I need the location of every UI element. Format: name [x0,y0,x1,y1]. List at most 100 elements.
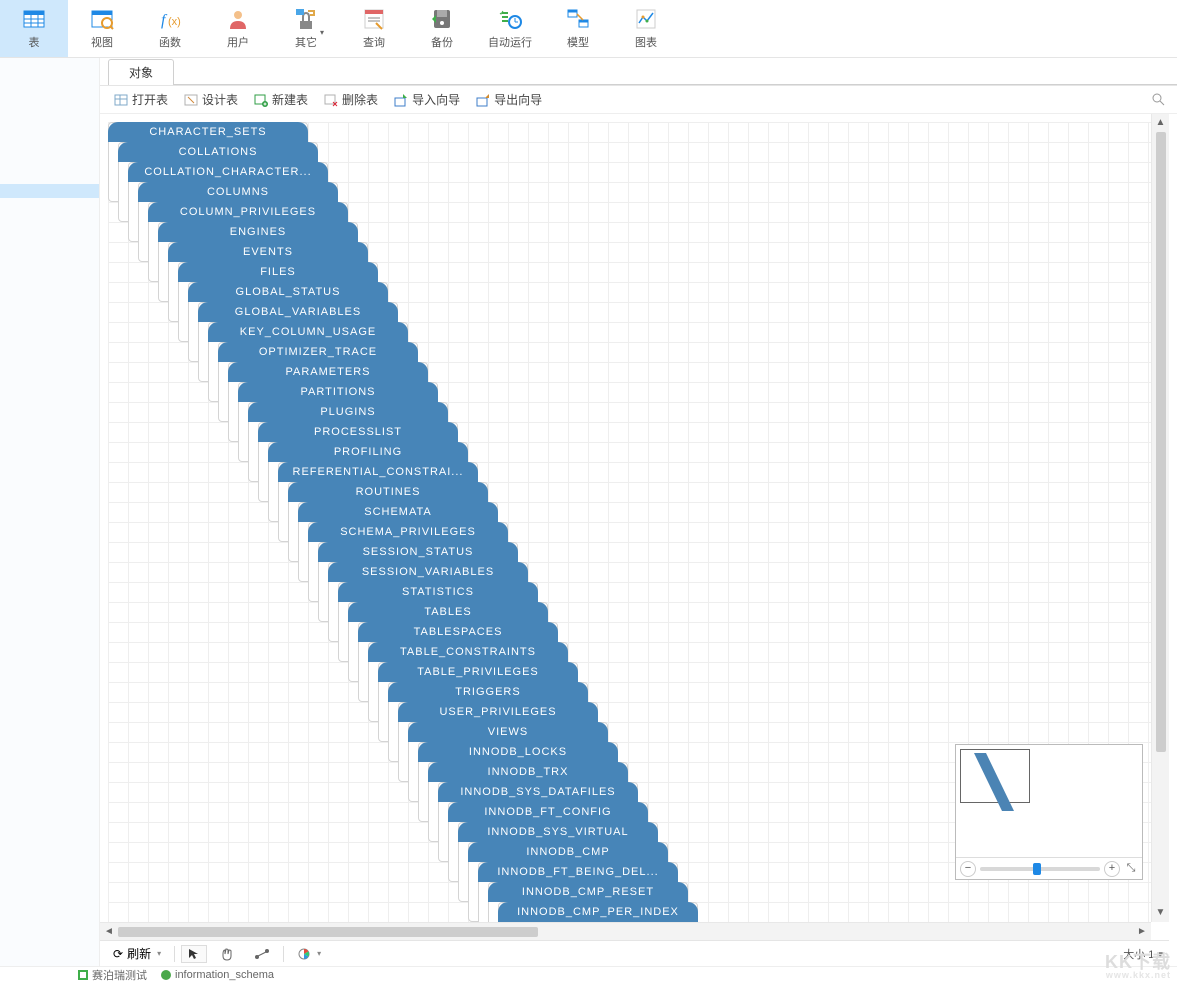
zoom-track[interactable] [980,867,1100,871]
search-icon[interactable] [1151,92,1165,109]
table-card-header[interactable]: TRIGGERS [388,682,588,702]
table-card-header[interactable]: INNODB_TRX [428,762,628,782]
ribbon-user-label: 用户 [227,34,249,50]
table-card-header[interactable]: INNODB_SYS_VIRTUAL [458,822,658,842]
relation-icon [254,948,270,960]
divider [174,946,175,962]
table-card-header[interactable]: REFERENTIAL_CONSTRAI... [278,462,478,482]
relation-tool-button[interactable] [247,945,277,963]
table-card-header[interactable]: GLOBAL_STATUS [188,282,388,302]
zoom-in-button[interactable]: + [1104,861,1120,877]
pointer-tool-button[interactable] [181,945,207,963]
zoom-bar: − + ⤡ [956,857,1142,879]
svg-text:(x): (x) [168,16,181,28]
table-card-header[interactable]: INNODB_CMP [468,842,668,862]
table-card-header[interactable]: PARAMETERS [228,362,428,382]
ribbon-backup-button[interactable]: 备份 [408,0,476,57]
table-card-header[interactable]: KEY_COLUMN_USAGE [208,322,408,342]
table-card-header[interactable]: SESSION_STATUS [318,542,518,562]
vscroll-track[interactable] [1155,132,1167,904]
tab-objects[interactable]: 对象 [108,59,174,85]
table-card-header[interactable]: PROFILING [268,442,468,462]
ribbon-view-button[interactable]: 视图 [68,0,136,57]
status-connection[interactable]: 赛泊瑞测试 [78,967,147,983]
table-card-header[interactable]: EVENTS [168,242,368,262]
divider [283,946,284,962]
ribbon-table-label: 表 [29,34,40,50]
minimap[interactable]: − + ⤡ [955,744,1143,880]
view-icon [90,7,114,31]
status-schema[interactable]: information_schema [161,969,274,981]
table-card-header[interactable]: INNODB_CMP_RESET [488,882,688,902]
color-tool-button[interactable]: ▾ [290,944,328,964]
horizontal-scrollbar[interactable]: ◄ ► [100,922,1151,940]
vscroll-thumb[interactable] [1156,132,1166,752]
table-card-header[interactable]: INNODB_FT_CONFIG [448,802,648,822]
design-table-label: 设计表 [202,91,238,108]
table-card-header[interactable]: COLUMNS [138,182,338,202]
import-wizard-button[interactable]: 导入向导 [388,89,466,110]
table-card-header[interactable]: GLOBAL_VARIABLES [198,302,398,322]
ribbon-table-button[interactable]: 表 [0,0,68,57]
ribbon-func-label: 函数 [159,34,181,50]
ribbon-user-button[interactable]: 用户 [204,0,272,57]
open-table-button[interactable]: 打开表 [108,89,174,110]
export-wizard-button[interactable]: 导出向导 [470,89,548,110]
table-card-header[interactable]: STATISTICS [338,582,538,602]
table-card-header[interactable]: COLLATIONS [118,142,318,162]
refresh-button[interactable]: ⟳刷新▾ [106,942,168,965]
ribbon-model-button[interactable]: 模型 [544,0,612,57]
table-card-header[interactable]: INNODB_SYS_DATAFILES [438,782,638,802]
table-card-header[interactable]: INNODB_FT_BEING_DEL... [478,862,678,882]
minimap-collapse-icon[interactable]: ⤡ [1124,862,1138,875]
table-card-header[interactable]: SCHEMA_PRIVILEGES [308,522,508,542]
design-icon [184,93,198,107]
zoom-thumb[interactable] [1033,863,1041,875]
table-card-header[interactable]: ENGINES [158,222,358,242]
table-card-header[interactable]: SCHEMATA [298,502,498,522]
ribbon-chart-button[interactable]: 图表 [612,0,680,57]
table-card-header[interactable]: TABLE_PRIVILEGES [378,662,578,682]
table-card-header[interactable]: ROUTINES [288,482,488,502]
table-card-header[interactable]: COLUMN_PRIVILEGES [148,202,348,222]
zoom-out-button[interactable]: − [960,861,976,877]
chevron-down-icon[interactable]: ▾ [1157,949,1163,961]
table-card-header[interactable]: PROCESSLIST [258,422,458,442]
ribbon-func-button[interactable]: f(x)函数 [136,0,204,57]
table-card-header[interactable]: TABLES [348,602,548,622]
table-card-header[interactable]: USER_PRIVILEGES [398,702,598,722]
footer-toolbar: ⟳刷新▾ ▾ 大小 1 ▾ [100,940,1169,966]
scroll-up-icon[interactable]: ▲ [1152,114,1169,132]
table-card-header[interactable]: SESSION_VARIABLES [328,562,528,582]
new-icon [254,93,268,107]
table-card-header[interactable]: TABLE_CONSTRAINTS [368,642,568,662]
ribbon-auto-button[interactable]: 自动运行 [476,0,544,57]
hand-tool-button[interactable] [213,944,241,964]
table-card-header[interactable]: VIEWS [408,722,608,742]
other-icon [294,7,318,31]
table-card-header[interactable]: PARTITIONS [238,382,438,402]
ribbon-auto-label: 自动运行 [488,34,532,50]
vertical-scrollbar[interactable]: ▲ ▼ [1151,114,1169,922]
table-card-header[interactable]: FILES [178,262,378,282]
scroll-down-icon[interactable]: ▼ [1152,904,1169,922]
scroll-left-icon[interactable]: ◄ [100,926,118,937]
left-nav-selection[interactable] [0,184,99,198]
table-card-header[interactable]: OPTIMIZER_TRACE [218,342,418,362]
export-icon [476,93,490,107]
design-table-button[interactable]: 设计表 [178,89,244,110]
table-card-header[interactable]: TABLESPACES [358,622,558,642]
table-card-header[interactable]: INNODB_LOCKS [418,742,618,762]
table-card-header[interactable]: CHARACTER_SETS [108,122,308,142]
table-card-header[interactable]: PLUGINS [248,402,448,422]
delete-table-button[interactable]: 删除表 [318,89,384,110]
ribbon-query-button[interactable]: 查询 [340,0,408,57]
hscroll-track[interactable] [118,926,1133,938]
hscroll-thumb[interactable] [118,927,538,937]
table-card-header[interactable]: COLLATION_CHARACTER... [128,162,328,182]
table-card-header[interactable]: INNODB_CMP_PER_INDEX [498,902,698,922]
ribbon-other-button[interactable]: 其它▾ [272,0,340,57]
new-table-button[interactable]: 新建表 [248,89,314,110]
scroll-right-icon[interactable]: ► [1133,926,1151,937]
status-schema-label: information_schema [175,969,274,981]
